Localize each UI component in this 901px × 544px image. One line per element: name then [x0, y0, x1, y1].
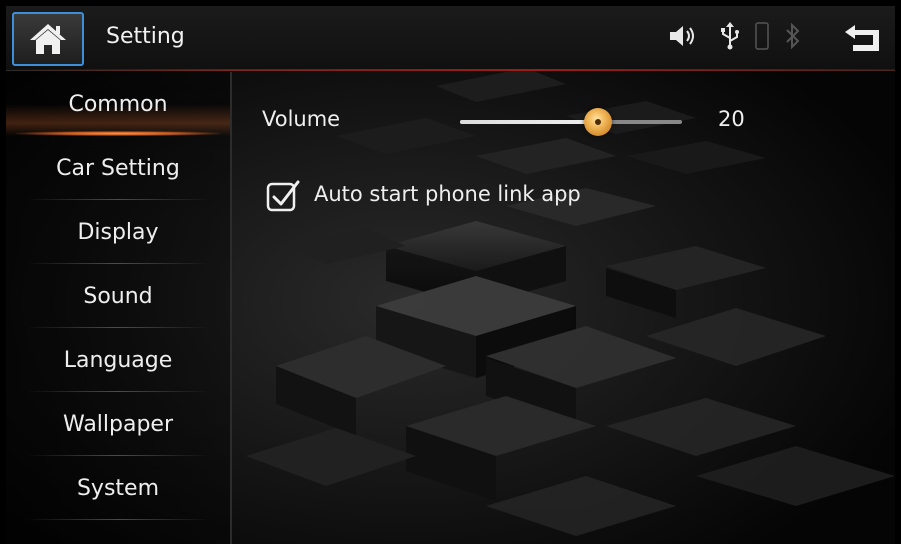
common-settings-panel: Volume 20 Auto start phone link app — [232, 72, 895, 544]
sidebar-item-label: Car Setting — [56, 155, 180, 181]
sidebar-item-label: Sound — [83, 283, 153, 309]
back-icon — [845, 25, 879, 51]
top-bar: Setting — [6, 6, 895, 71]
checkmark-icon — [266, 180, 300, 212]
home-icon — [30, 24, 66, 54]
volume-value: 20 — [718, 107, 745, 131]
sidebar-item-common[interactable]: Common — [6, 72, 230, 136]
home-button[interactable] — [12, 12, 84, 66]
volume-label: Volume — [262, 107, 341, 131]
sidebar-item-label: Wallpaper — [62, 411, 174, 437]
settings-sidebar: Common Car Setting Display Sound Languag… — [6, 72, 232, 544]
sidebar-item-wallpaper[interactable]: Wallpaper — [6, 392, 230, 456]
sidebar-item-label: Common — [68, 91, 168, 117]
volume-slider-fill — [460, 120, 598, 124]
sidebar-item-display[interactable]: Display — [6, 200, 230, 264]
sidebar-item-label: Display — [77, 219, 159, 245]
sidebar-item-language[interactable]: Language — [6, 328, 230, 392]
speaker-icon — [666, 21, 700, 51]
volume-slider[interactable] — [460, 108, 682, 136]
back-button[interactable] — [838, 22, 888, 54]
settings-screen: Setting Common Car Setting Display Sound… — [6, 6, 895, 544]
sidebar-item-label: System — [76, 475, 160, 501]
volume-slider-thumb[interactable] — [583, 108, 612, 136]
sidebar-item-system[interactable]: System — [6, 456, 230, 520]
usb-icon — [718, 21, 742, 51]
sidebar-item-label: Language — [63, 347, 173, 373]
divider — [26, 519, 210, 520]
sidebar-item-sound[interactable]: Sound — [6, 264, 230, 328]
bluetooth-icon — [782, 21, 804, 51]
auto-start-label: Auto start phone link app — [314, 182, 581, 206]
auto-start-checkbox[interactable] — [266, 180, 300, 212]
page-title: Setting — [106, 24, 185, 49]
phone-icon — [752, 21, 772, 51]
header-divider — [6, 69, 895, 71]
sidebar-item-car-setting[interactable]: Car Setting — [6, 136, 230, 200]
